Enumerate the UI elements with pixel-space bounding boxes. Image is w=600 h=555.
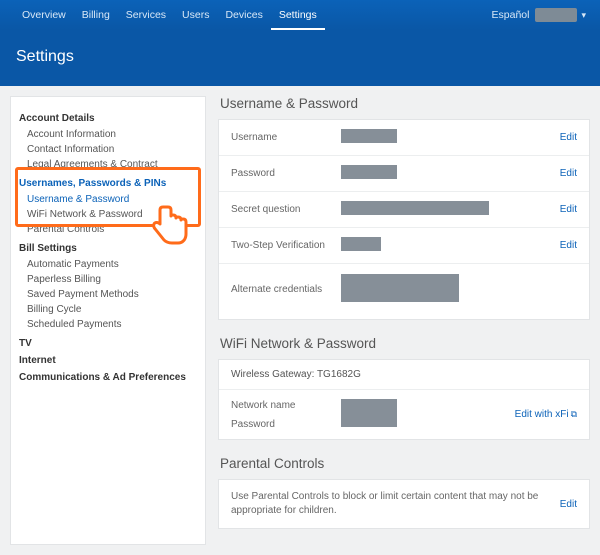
sidebar-item-saved-payment[interactable]: Saved Payment Methods (19, 287, 197, 302)
label-username: Username (231, 132, 341, 143)
edit-wifi[interactable]: Edit with xFi⧉ (515, 409, 577, 420)
section-title-parental: Parental Controls (220, 456, 590, 471)
section-title-userpass: Username & Password (220, 96, 590, 111)
nav-devices[interactable]: Devices (217, 0, 270, 30)
sidebar-item-contact-info[interactable]: Contact Information (19, 142, 197, 157)
page-title: Settings (0, 30, 600, 86)
sidebar-group-usernames[interactable]: Usernames, Passwords & PINs (19, 178, 197, 189)
sidebar-group-comms[interactable]: Communications & Ad Preferences (19, 372, 197, 383)
sidebar-item-wifi[interactable]: WiFi Network & Password (19, 207, 197, 222)
nav-billing[interactable]: Billing (74, 0, 118, 30)
panel-wifi: Wireless Gateway: TG1682G Network name P… (218, 359, 590, 440)
language-toggle[interactable]: Español (492, 9, 530, 21)
sidebar-item-username-password[interactable]: Username & Password (19, 192, 197, 207)
row-username: Username Edit (219, 120, 589, 156)
sidebar-item-billing-cycle[interactable]: Billing Cycle (19, 302, 197, 317)
sidebar-item-paperless[interactable]: Paperless Billing (19, 272, 197, 287)
edit-password[interactable]: Edit (560, 168, 577, 179)
sidebar-group-tv[interactable]: TV (19, 338, 197, 349)
parental-desc: Use Parental Controls to block or limit … (231, 490, 560, 518)
row-parental: Use Parental Controls to block or limit … (219, 480, 589, 528)
chevron-down-icon[interactable]: ▾ (581, 10, 586, 21)
label-wifi-password: Password (231, 419, 341, 430)
label-twostep: Two-Step Verification (231, 240, 341, 251)
panel-parental: Use Parental Controls to block or limit … (218, 479, 590, 529)
sidebar-item-parental[interactable]: Parental Controls (19, 222, 197, 237)
redacted-twostep (341, 237, 381, 251)
redacted-altcred (341, 274, 459, 302)
user-menu[interactable] (535, 8, 577, 22)
label-altcred: Alternate credentials (231, 284, 341, 295)
sidebar-group-internet[interactable]: Internet (19, 355, 197, 366)
sidebar-item-account-info[interactable]: Account Information (19, 127, 197, 142)
label-secret: Secret question (231, 204, 341, 215)
row-secret: Secret question Edit (219, 192, 589, 228)
nav-users[interactable]: Users (174, 0, 217, 30)
wifi-body: Network name Password Edit with xFi⧉ (219, 390, 589, 439)
nav-overview[interactable]: Overview (14, 0, 74, 30)
redacted-secret (341, 201, 489, 215)
redacted-password (341, 165, 397, 179)
redacted-username (341, 129, 397, 143)
section-title-wifi: WiFi Network & Password (220, 336, 590, 351)
row-password: Password Edit (219, 156, 589, 192)
panel-userpass: Username Edit Password Edit Secret quest… (218, 119, 590, 320)
content: Username & Password Username Edit Passwo… (218, 96, 590, 545)
row-twostep: Two-Step Verification Edit (219, 228, 589, 264)
edit-username[interactable]: Edit (560, 132, 577, 143)
sidebar-item-scheduled[interactable]: Scheduled Payments (19, 317, 197, 332)
redacted-wifi (341, 399, 397, 427)
sidebar: Account Details Account Information Cont… (10, 96, 206, 545)
edit-parental[interactable]: Edit (560, 499, 577, 510)
row-altcred: Alternate credentials (219, 264, 589, 319)
sidebar-item-legal[interactable]: Legal Agreements & Contract (19, 157, 197, 172)
edit-twostep[interactable]: Edit (560, 240, 577, 251)
label-password: Password (231, 168, 341, 179)
sidebar-group-account[interactable]: Account Details (19, 113, 197, 124)
external-link-icon: ⧉ (571, 409, 577, 419)
sidebar-item-auto-pay[interactable]: Automatic Payments (19, 257, 197, 272)
top-nav: Overview Billing Services Users Devices … (0, 0, 600, 30)
wifi-gateway: Wireless Gateway: TG1682G (219, 360, 589, 390)
label-network-name: Network name (231, 400, 341, 411)
sidebar-group-bill[interactable]: Bill Settings (19, 243, 197, 254)
nav-services[interactable]: Services (118, 0, 174, 30)
edit-secret[interactable]: Edit (560, 204, 577, 215)
nav-settings[interactable]: Settings (271, 0, 325, 30)
